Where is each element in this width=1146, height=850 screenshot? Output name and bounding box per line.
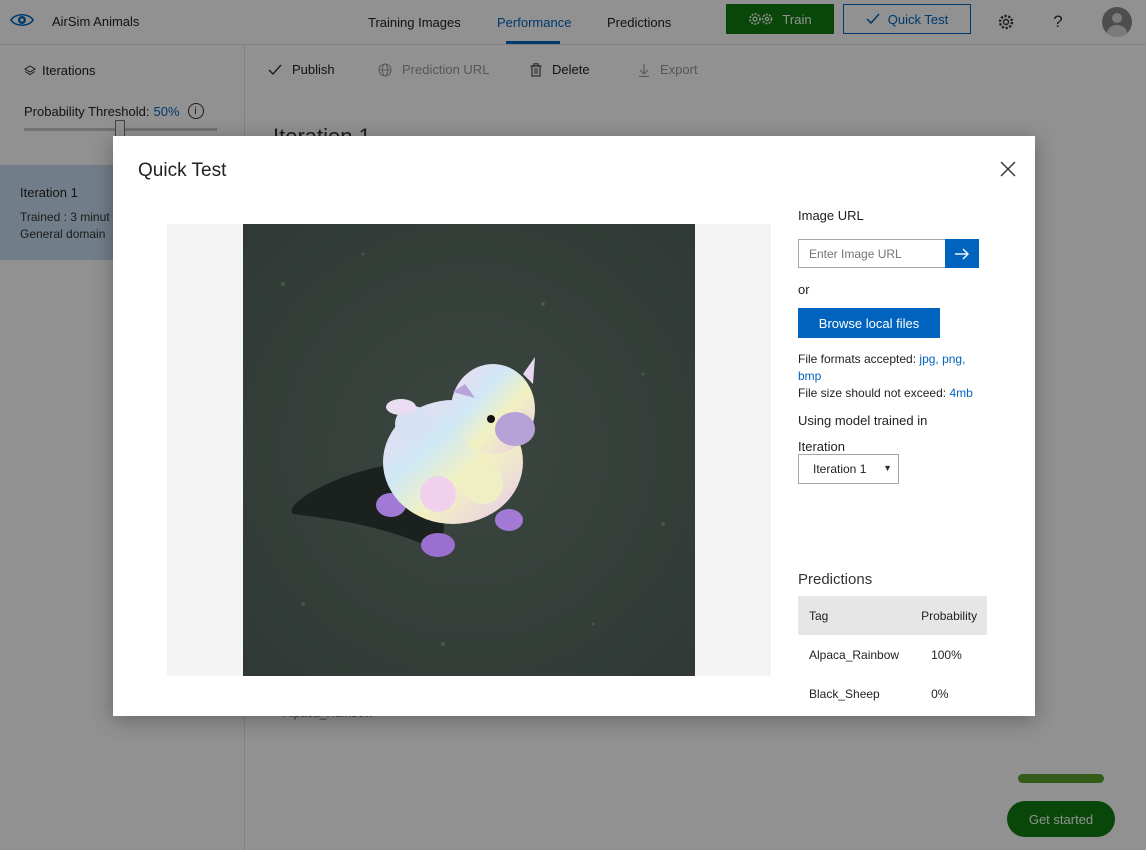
close-icon[interactable] [997, 158, 1019, 180]
prediction-probability: 0% [931, 686, 949, 701]
predictions-table: Tag Probability Alpaca_Rainbow 100% Blac… [798, 596, 988, 713]
table-row: Alpaca_Rainbow 100% [798, 635, 987, 674]
table-header-row: Tag Probability [798, 596, 988, 635]
iteration-select-value: Iteration 1 [813, 462, 867, 476]
submit-url-button[interactable] [945, 239, 979, 268]
browse-local-files-button[interactable]: Browse local files [798, 308, 940, 338]
formats-label: File formats accepted: [798, 352, 917, 366]
iteration-select[interactable]: Iteration 1 ▼ [798, 454, 899, 484]
test-image [243, 224, 695, 676]
prediction-tag: Black_Sheep [809, 686, 880, 701]
prediction-probability: 100% [931, 647, 962, 662]
image-url-input[interactable] [798, 239, 946, 268]
image-url-label: Image URL [798, 208, 864, 223]
arrow-right-icon [955, 248, 969, 259]
dialog-title: Quick Test [138, 160, 227, 181]
or-label: or [798, 282, 810, 297]
dropdown-caret-icon: ▼ [883, 463, 892, 473]
size-label: File size should not exceed: [798, 386, 947, 400]
prediction-tag: Alpaca_Rainbow [809, 647, 900, 662]
predictions-title: Predictions [798, 571, 873, 588]
table-row: Black_Sheep 0% [798, 674, 987, 713]
file-requirements: File formats accepted: jpg, png, bmp Fil… [798, 351, 983, 402]
model-heading: Using model trained in [798, 413, 928, 428]
quick-test-dialog: Quick Test Image URL Enter Image URL or … [113, 136, 1035, 716]
iteration-select-label: Iteration [798, 439, 845, 454]
column-tag: Tag [798, 596, 911, 635]
size-link[interactable]: 4mb [949, 386, 972, 400]
column-probability: Probability [910, 596, 988, 635]
